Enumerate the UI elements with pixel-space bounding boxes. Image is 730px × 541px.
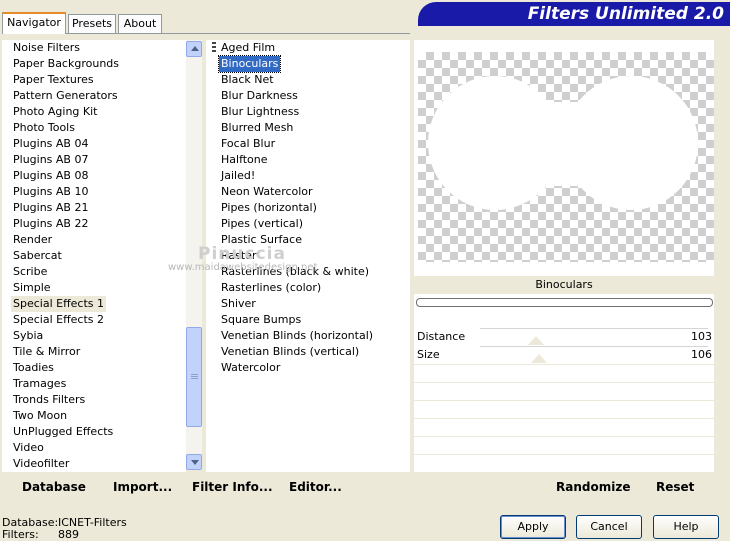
tab-navigator[interactable]: Navigator bbox=[2, 12, 66, 34]
tab-presets[interactable]: Presets bbox=[68, 14, 116, 33]
database-button[interactable]: Database bbox=[22, 479, 86, 495]
list-item[interactable]: UnPlugged Effects bbox=[11, 424, 115, 440]
param-divider bbox=[414, 364, 714, 365]
list-item[interactable]: Noise Filters bbox=[11, 40, 82, 56]
list-item[interactable]: Special Effects 2 bbox=[11, 312, 106, 328]
scroll-up-button[interactable] bbox=[186, 41, 202, 57]
filter-info-button[interactable]: Filter Info... bbox=[192, 479, 273, 495]
list-item[interactable]: Photo Aging Kit bbox=[11, 104, 99, 120]
list-item[interactable]: Plugins AB 08 bbox=[11, 168, 90, 184]
list-item[interactable]: Focal Blur bbox=[219, 136, 277, 152]
preview-image bbox=[418, 52, 714, 262]
param-label: Distance bbox=[417, 330, 466, 343]
randomize-button[interactable]: Randomize bbox=[556, 479, 630, 495]
list-item[interactable]: Toadies bbox=[11, 360, 56, 376]
param-label: Size bbox=[417, 348, 440, 361]
status-value: 889 bbox=[58, 528, 79, 541]
list-item[interactable]: Scribe bbox=[11, 264, 49, 280]
title-banner: Filters Unlimited 2.0 bbox=[418, 2, 730, 26]
list-item[interactable]: Aged Film bbox=[219, 40, 277, 56]
list-item[interactable]: Plugins AB 22 bbox=[11, 216, 90, 232]
list-item[interactable]: Videofilter bbox=[11, 456, 71, 472]
list-item[interactable]: Video bbox=[11, 440, 46, 456]
list-item[interactable]: Plugins AB 04 bbox=[11, 136, 90, 152]
list-item[interactable]: Halftone bbox=[219, 152, 270, 168]
scroll-down-button[interactable] bbox=[186, 454, 202, 470]
editor-button[interactable]: Editor... bbox=[289, 479, 342, 495]
param-divider bbox=[414, 436, 714, 437]
list-item[interactable]: Special Effects 1 bbox=[11, 296, 107, 312]
list-item[interactable]: Paper Textures bbox=[11, 72, 96, 88]
list-item[interactable]: Square Bumps bbox=[219, 312, 303, 328]
param-divider bbox=[414, 418, 714, 419]
list-item[interactable]: Paper Backgrounds bbox=[11, 56, 121, 72]
watermark-name: Pinuccia bbox=[198, 244, 286, 264]
list-item[interactable]: Shiver bbox=[219, 296, 258, 312]
list-item[interactable]: Watercolor bbox=[219, 360, 282, 376]
list-item[interactable]: Pattern Generators bbox=[11, 88, 120, 104]
list-item[interactable]: Black Net bbox=[219, 72, 276, 88]
list-item[interactable]: Plugins AB 10 bbox=[11, 184, 90, 200]
list-item[interactable]: Neon Watercolor bbox=[219, 184, 315, 200]
list-item[interactable]: Blurred Mesh bbox=[219, 120, 295, 136]
list-item[interactable]: Pipes (vertical) bbox=[219, 216, 305, 232]
param-row-distance[interactable]: Distance 103 bbox=[414, 329, 714, 345]
size-slider-thumb[interactable] bbox=[531, 354, 547, 363]
distance-slider-thumb[interactable] bbox=[528, 336, 544, 345]
preview-bridge bbox=[496, 102, 636, 186]
list-item[interactable]: Rasterlines (color) bbox=[219, 280, 323, 296]
param-divider bbox=[414, 400, 714, 401]
list-item[interactable]: Sybia bbox=[11, 328, 45, 344]
progress-bar bbox=[416, 298, 713, 307]
preview-filter-name: Binoculars bbox=[414, 276, 714, 294]
watermark-url: www.maidawebsitedesign.net bbox=[168, 262, 318, 273]
param-row-size[interactable]: Size 106 bbox=[414, 347, 714, 363]
list-item[interactable]: Plugins AB 21 bbox=[11, 200, 90, 216]
grip-icon bbox=[191, 374, 198, 380]
apply-button[interactable]: Apply bbox=[500, 515, 566, 539]
list-item[interactable]: Jailed! bbox=[219, 168, 257, 184]
category-list[interactable]: Noise Filters Paper Backgrounds Paper Text… bbox=[2, 40, 186, 472]
list-item[interactable]: Blur Lightness bbox=[219, 104, 301, 120]
list-item[interactable]: Two Moon bbox=[11, 408, 69, 424]
list-item[interactable]: Tile & Mirror bbox=[11, 344, 82, 360]
param-divider bbox=[414, 454, 714, 455]
param-value: 103 bbox=[691, 330, 712, 343]
list-item[interactable]: Binoculars bbox=[217, 55, 282, 73]
scrollbar-thumb[interactable] bbox=[186, 327, 202, 427]
list-item[interactable]: Venetian Blinds (vertical) bbox=[219, 344, 361, 360]
size-slider-track[interactable] bbox=[480, 346, 708, 347]
status-filters: Filters: 889 bbox=[2, 528, 79, 541]
help-button[interactable]: Help bbox=[653, 515, 719, 539]
param-divider bbox=[414, 382, 714, 383]
import-button[interactable]: Import... bbox=[113, 479, 172, 495]
list-item[interactable]: Tramages bbox=[11, 376, 68, 392]
reset-button[interactable]: Reset bbox=[656, 479, 694, 495]
tab-about[interactable]: About bbox=[118, 14, 162, 33]
list-item[interactable]: Pipes (horizontal) bbox=[219, 200, 319, 216]
param-value: 106 bbox=[691, 348, 712, 361]
list-item[interactable]: Sabercat bbox=[11, 248, 64, 264]
list-item[interactable]: Render bbox=[11, 232, 54, 248]
list-item[interactable]: Photo Tools bbox=[11, 120, 77, 136]
list-item[interactable]: Tronds Filters bbox=[11, 392, 87, 408]
list-item[interactable]: Simple bbox=[11, 280, 53, 296]
list-item[interactable]: Venetian Blinds (horizontal) bbox=[219, 328, 375, 344]
drag-grip-icon bbox=[212, 42, 218, 54]
cancel-button[interactable]: Cancel bbox=[576, 515, 642, 539]
status-label: Filters: bbox=[2, 528, 39, 541]
list-item[interactable]: Blur Darkness bbox=[219, 88, 300, 104]
distance-slider-track[interactable] bbox=[480, 328, 708, 329]
banner-title: Filters Unlimited 2.0 bbox=[527, 4, 724, 24]
list-item[interactable]: Plugins AB 07 bbox=[11, 152, 90, 168]
